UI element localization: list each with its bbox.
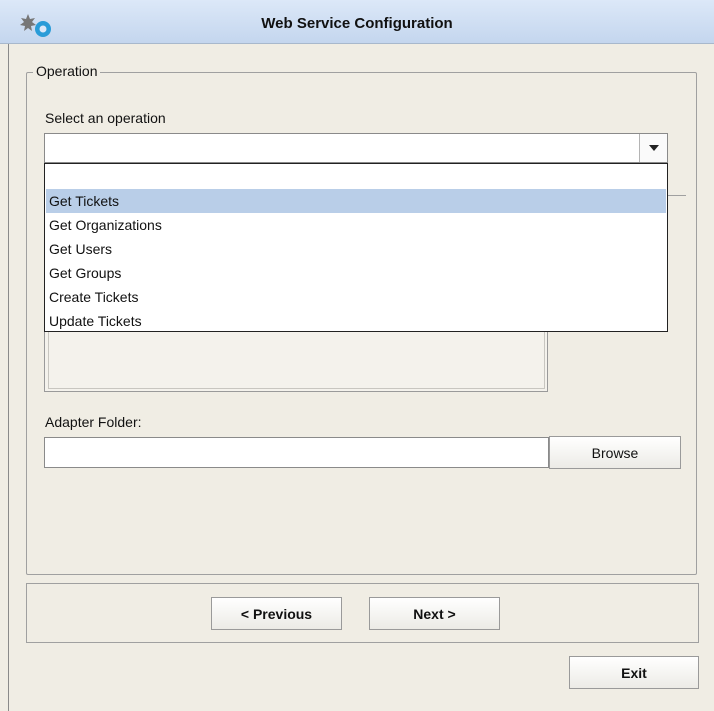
title-bar: Web Service Configuration bbox=[0, 0, 714, 44]
navigation-panel bbox=[26, 583, 699, 643]
dropdown-option-update-tickets[interactable]: Update Tickets bbox=[46, 309, 666, 333]
operation-group-label: Operation bbox=[33, 63, 101, 79]
dropdown-arrow-button[interactable] bbox=[639, 134, 667, 162]
next-button[interactable]: Next > bbox=[369, 597, 500, 630]
chevron-down-icon bbox=[648, 145, 659, 151]
dropdown-option-empty[interactable] bbox=[46, 165, 666, 189]
dropdown-option-get-organizations[interactable]: Get Organizations bbox=[46, 213, 666, 237]
previous-button[interactable]: < Previous bbox=[211, 597, 342, 630]
select-operation-label: Select an operation bbox=[45, 110, 166, 126]
browse-button[interactable]: Browse bbox=[549, 436, 681, 469]
dropdown-option-create-tickets[interactable]: Create Tickets bbox=[46, 285, 666, 309]
exit-button[interactable]: Exit bbox=[569, 656, 699, 689]
hidden-group-border bbox=[666, 195, 686, 196]
window-left-border bbox=[8, 44, 9, 711]
operation-dropdown-list[interactable]: Get Tickets Get Organizations Get Users … bbox=[44, 163, 668, 332]
dropdown-option-get-users[interactable]: Get Users bbox=[46, 237, 666, 261]
window-title: Web Service Configuration bbox=[261, 15, 453, 32]
adapter-folder-label: Adapter Folder: bbox=[45, 414, 142, 430]
adapter-folder-input[interactable] bbox=[44, 437, 549, 468]
operation-select[interactable] bbox=[44, 133, 668, 163]
dropdown-option-get-tickets[interactable]: Get Tickets bbox=[46, 189, 666, 213]
dropdown-option-get-groups[interactable]: Get Groups bbox=[46, 261, 666, 285]
